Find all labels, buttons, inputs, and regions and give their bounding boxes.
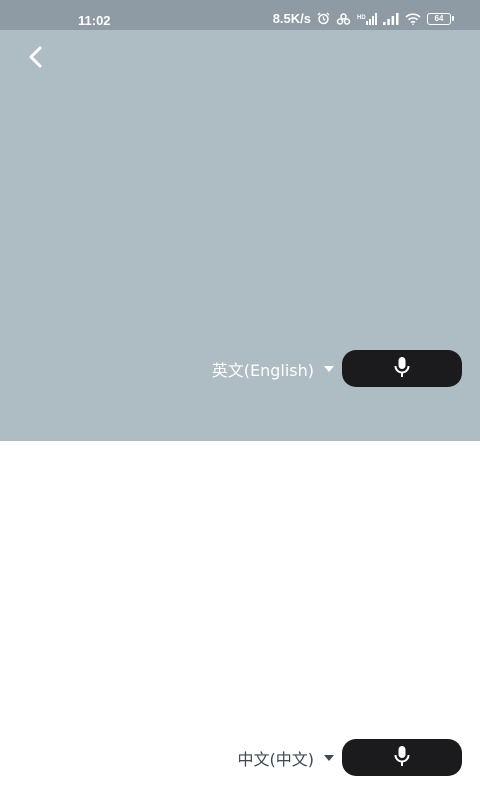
alarm-icon [317,12,330,25]
dropdown-caret-icon [324,754,334,761]
dropdown-caret-icon [324,365,334,372]
status-icons: 8.5K/s HD 64 [273,11,454,26]
battery-level: 64 [427,12,451,25]
target-language-selector[interactable]: 中文(中文) [237,746,334,770]
hd-signal-icon: HD [357,12,377,25]
signal-icon [383,12,399,25]
link-icon [336,12,351,25]
network-speed: 8.5K/s [272,11,311,26]
source-language-selector[interactable]: 英文(English) [212,357,334,381]
microphone-icon [393,745,411,771]
target-mic-button[interactable] [342,739,462,776]
target-language-row: 中文(中文) [237,739,462,776]
battery-icon: 64 [427,12,454,25]
back-icon [25,45,45,73]
wifi-icon [405,12,421,25]
back-button[interactable] [18,42,52,76]
microphone-icon [393,356,411,382]
source-language-label: 英文(English) [211,360,314,380]
source-language-row: 英文(English) [212,350,462,387]
status-bar: 11:02 8.5K/s HD 64 [0,0,480,30]
svg-text:HD: HD [357,15,366,21]
target-language-label: 中文(中文) [237,749,315,769]
status-time: 11:02 [78,13,111,28]
source-mic-button[interactable] [342,350,462,387]
